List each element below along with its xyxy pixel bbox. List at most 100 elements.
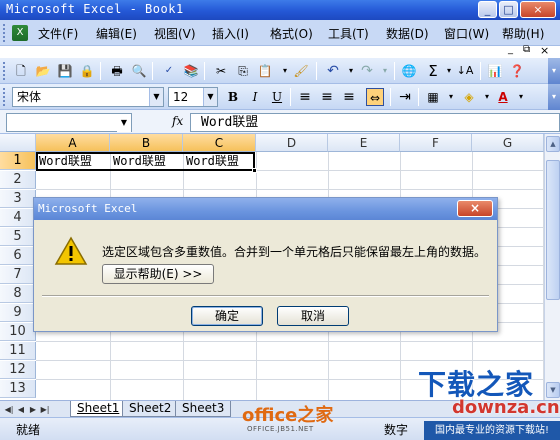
row-header-8[interactable]: 8 [0, 285, 36, 303]
chevron-down-icon[interactable]: ▼ [117, 114, 131, 132]
column-header-a[interactable]: A [36, 134, 110, 152]
doc-minimize-button[interactable]: _ [508, 44, 513, 55]
dialog-close-button[interactable]: × [457, 200, 493, 217]
row-header-11[interactable]: 11 [0, 342, 36, 360]
chart-wizard-icon[interactable]: 📊 [486, 62, 504, 80]
fill-color-icon[interactable]: ◈ [460, 88, 478, 106]
row-header-10[interactable]: 10 [0, 323, 36, 341]
first-sheet-icon[interactable]: ◀| [4, 403, 14, 416]
column-header-e[interactable]: E [328, 134, 400, 152]
doc-close-button[interactable]: × [540, 44, 549, 57]
row-header-7[interactable]: 7 [0, 266, 36, 284]
office-watermark: office之家 [242, 405, 334, 426]
format-painter-icon[interactable]: 🖌 [292, 62, 310, 80]
menu-insert[interactable]: 插入(I) [212, 25, 249, 42]
bold-button[interactable]: B [224, 88, 242, 106]
menu-file[interactable]: 文件(F) [38, 25, 78, 42]
column-header-b[interactable]: B [110, 134, 183, 152]
indent-icon[interactable]: ⇥ [396, 88, 414, 106]
sheet-tab-1[interactable]: Sheet1 [70, 401, 127, 417]
align-center-icon[interactable]: ≡ [318, 88, 336, 106]
close-window-button[interactable]: × [520, 1, 556, 18]
paste-icon[interactable]: 📋 [256, 62, 274, 80]
spelling-icon[interactable]: ✓ [160, 62, 178, 80]
scroll-down-icon[interactable]: ▼ [546, 382, 560, 398]
menu-format[interactable]: 格式(O) [270, 25, 313, 42]
font-color-icon[interactable]: A [494, 88, 512, 106]
research-icon[interactable]: 📚 [182, 62, 200, 80]
row-header-12[interactable]: 12 [0, 361, 36, 379]
select-all-corner[interactable] [0, 134, 36, 152]
hyperlink-icon[interactable]: 🌐 [400, 62, 418, 80]
menu-help[interactable]: 帮助(H) [502, 25, 544, 42]
save-icon[interactable]: 💾 [56, 62, 74, 80]
minimize-button[interactable]: _ [478, 1, 497, 18]
menu-view[interactable]: 视图(V) [154, 25, 196, 42]
toolbar-options-icon[interactable]: ▾ [548, 58, 560, 84]
formula-input[interactable]: Word联盟 [190, 113, 560, 132]
row-header-6[interactable]: 6 [0, 247, 36, 265]
font-size-combo[interactable]: 12 ▼ [168, 87, 218, 107]
permission-icon[interactable]: 🔒 [78, 62, 96, 80]
align-left-icon[interactable]: ≡ [296, 88, 314, 106]
print-preview-icon[interactable]: 🔍 [130, 62, 148, 80]
show-help-button[interactable]: 显示帮助(E) >> [102, 264, 214, 284]
toolbar-options-icon[interactable]: ▾ [548, 84, 560, 110]
row-header-1[interactable]: 1 [0, 152, 36, 170]
insert-function-icon[interactable]: fx [172, 114, 183, 128]
last-sheet-icon[interactable]: ▶| [40, 403, 50, 416]
vertical-scrollbar[interactable]: ▲ ▼ [544, 134, 560, 400]
column-header-c[interactable]: C [183, 134, 256, 152]
menu-tools[interactable]: 工具(T) [328, 25, 369, 42]
redo-icon[interactable]: ↷ [358, 62, 376, 80]
row-header-5[interactable]: 5 [0, 228, 36, 246]
borders-icon[interactable]: ▦ [424, 88, 442, 106]
doc-restore-button[interactable]: ⧉ [523, 44, 530, 55]
excel-doc-icon[interactable]: X [12, 25, 28, 41]
scroll-thumb[interactable] [546, 160, 560, 300]
row-header-3[interactable]: 3 [0, 190, 36, 208]
sheet-tab-3[interactable]: Sheet3 [175, 401, 232, 417]
sort-ascending-icon[interactable]: ↓A [456, 62, 474, 80]
menu-window[interactable]: 窗口(W) [444, 25, 489, 42]
ok-button[interactable]: 确定 [191, 306, 263, 326]
undo-icon[interactable]: ↶ [324, 62, 342, 80]
font-name-combo[interactable]: 宋体 ▼ [12, 87, 164, 107]
underline-button[interactable]: U [268, 88, 286, 106]
dialog-title-bar[interactable]: Microsoft Excel × [34, 198, 497, 220]
toolbar-grip[interactable] [3, 62, 7, 80]
column-header-g[interactable]: G [472, 134, 544, 152]
maximize-button[interactable]: □ [499, 1, 518, 18]
align-right-icon[interactable]: ≡ [340, 88, 358, 106]
borders-dropdown-icon[interactable]: ▾ [442, 88, 460, 106]
menu-data[interactable]: 数据(D) [386, 25, 429, 42]
copy-icon[interactable]: ⎘ [234, 62, 252, 80]
chevron-down-icon[interactable]: ▼ [203, 88, 217, 106]
fill-handle[interactable] [252, 168, 257, 173]
sheet-tab-2[interactable]: Sheet2 [122, 401, 179, 417]
cancel-button[interactable]: 取消 [277, 306, 349, 326]
cut-icon[interactable]: ✂ [212, 62, 230, 80]
menu-edit[interactable]: 编辑(E) [96, 25, 137, 42]
row-header-9[interactable]: 9 [0, 304, 36, 322]
prev-sheet-icon[interactable]: ◀ [16, 403, 26, 416]
row-header-2[interactable]: 2 [0, 171, 36, 189]
chevron-down-icon[interactable]: ▼ [149, 88, 163, 106]
column-header-f[interactable]: F [400, 134, 472, 152]
name-box[interactable]: ▼ [6, 113, 132, 132]
open-icon[interactable]: 📂 [34, 62, 52, 80]
next-sheet-icon[interactable]: ▶ [28, 403, 38, 416]
merge-and-center-icon[interactable]: ⇔ [366, 88, 384, 106]
row-header-4[interactable]: 4 [0, 209, 36, 227]
help-icon[interactable]: ❓ [508, 62, 526, 80]
font-color-dropdown-icon[interactable]: ▾ [512, 88, 530, 106]
italic-button[interactable]: I [246, 88, 264, 106]
scroll-up-icon[interactable]: ▲ [546, 136, 560, 152]
row-header-13[interactable]: 13 [0, 380, 36, 398]
menu-grip[interactable] [3, 24, 7, 42]
new-icon[interactable]: 🗋 [12, 62, 30, 80]
column-header-d[interactable]: D [256, 134, 328, 152]
toolbar-grip[interactable] [3, 88, 7, 106]
print-icon[interactable]: 🖶 [108, 62, 126, 80]
redo-dropdown-icon[interactable]: ▾ [376, 62, 394, 80]
